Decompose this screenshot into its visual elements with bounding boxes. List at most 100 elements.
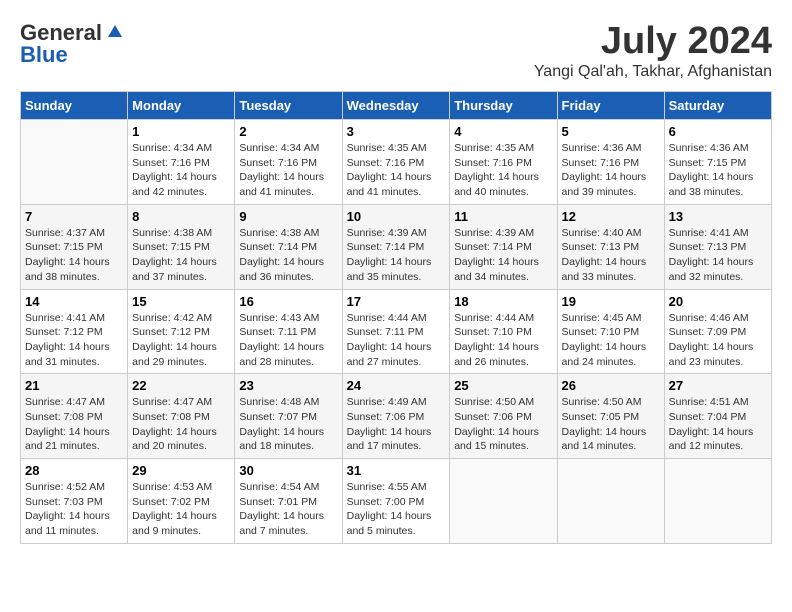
calendar-cell: [557, 459, 664, 544]
day-number: 13: [669, 209, 767, 224]
calendar-cell: 13 Sunrise: 4:41 AM Sunset: 7:13 PM Dayli…: [664, 204, 771, 289]
day-detail: Sunrise: 4:41 AM Sunset: 7:12 PM Dayligh…: [25, 311, 123, 370]
calendar-header-wednesday: Wednesday: [342, 92, 450, 120]
calendar-cell: 19 Sunrise: 4:45 AM Sunset: 7:10 PM Dayli…: [557, 289, 664, 374]
calendar-cell: 4 Sunrise: 4:35 AM Sunset: 7:16 PM Daylig…: [450, 120, 557, 205]
month-title: July 2024: [534, 20, 772, 63]
day-detail: Sunrise: 4:39 AM Sunset: 7:14 PM Dayligh…: [454, 226, 552, 285]
calendar-week-row: 1 Sunrise: 4:34 AM Sunset: 7:16 PM Daylig…: [21, 120, 772, 205]
calendar-cell: 31Sunrise: 4:55 AM Sunset: 7:00 PM Dayli…: [342, 459, 450, 544]
day-number: 12: [562, 209, 660, 224]
calendar-header-sunday: Sunday: [21, 92, 128, 120]
day-number: 21: [25, 378, 123, 393]
day-detail: Sunrise: 4:37 AM Sunset: 7:15 PM Dayligh…: [25, 226, 123, 285]
calendar-cell: 10 Sunrise: 4:39 AM Sunset: 7:14 PM Dayli…: [342, 204, 450, 289]
day-detail: Sunrise: 4:35 AM Sunset: 7:16 PM Dayligh…: [347, 141, 446, 200]
day-detail: Sunrise: 4:39 AM Sunset: 7:14 PM Dayligh…: [347, 226, 446, 285]
day-number: 19: [562, 294, 660, 309]
logo: General Blue: [20, 20, 124, 68]
day-number: 23: [239, 378, 337, 393]
day-detail: Sunrise: 4:54 AM Sunset: 7:01 PM Dayligh…: [239, 480, 337, 539]
day-detail: Sunrise: 4:50 AM Sunset: 7:06 PM Dayligh…: [454, 395, 552, 454]
day-detail: Sunrise: 4:41 AM Sunset: 7:13 PM Dayligh…: [669, 226, 767, 285]
calendar-cell: 1 Sunrise: 4:34 AM Sunset: 7:16 PM Daylig…: [128, 120, 235, 205]
logo-blue-text: Blue: [20, 42, 68, 68]
calendar-cell: 20 Sunrise: 4:46 AM Sunset: 7:09 PM Dayli…: [664, 289, 771, 374]
day-detail: Sunrise: 4:34 AM Sunset: 7:16 PM Dayligh…: [239, 141, 337, 200]
calendar-cell: 24 Sunrise: 4:49 AM Sunset: 7:06 PM Dayli…: [342, 374, 450, 459]
day-detail: Sunrise: 4:36 AM Sunset: 7:16 PM Dayligh…: [562, 141, 660, 200]
calendar-cell: [21, 120, 128, 205]
day-detail: Sunrise: 4:50 AM Sunset: 7:05 PM Dayligh…: [562, 395, 660, 454]
day-number: 17: [347, 294, 446, 309]
day-number: 3: [347, 124, 446, 139]
calendar-header-thursday: Thursday: [450, 92, 557, 120]
day-detail: Sunrise: 4:34 AM Sunset: 7:16 PM Dayligh…: [132, 141, 230, 200]
calendar-cell: 14 Sunrise: 4:41 AM Sunset: 7:12 PM Dayli…: [21, 289, 128, 374]
day-number: 30: [239, 463, 337, 478]
day-detail: Sunrise: 4:47 AM Sunset: 7:08 PM Dayligh…: [25, 395, 123, 454]
calendar-cell: 5 Sunrise: 4:36 AM Sunset: 7:16 PM Daylig…: [557, 120, 664, 205]
day-detail: Sunrise: 4:42 AM Sunset: 7:12 PM Dayligh…: [132, 311, 230, 370]
calendar-cell: 2 Sunrise: 4:34 AM Sunset: 7:16 PM Daylig…: [235, 120, 342, 205]
calendar-cell: 6Sunrise: 4:36 AM Sunset: 7:15 PM Daylig…: [664, 120, 771, 205]
calendar-cell: 9 Sunrise: 4:38 AM Sunset: 7:14 PM Daylig…: [235, 204, 342, 289]
day-detail: Sunrise: 4:48 AM Sunset: 7:07 PM Dayligh…: [239, 395, 337, 454]
calendar-cell: 29Sunrise: 4:53 AM Sunset: 7:02 PM Dayli…: [128, 459, 235, 544]
title-section: July 2024 Yangi Qal'ah, Takhar, Afghanis…: [534, 20, 772, 81]
day-number: 24: [347, 378, 446, 393]
calendar-cell: [664, 459, 771, 544]
calendar-cell: 15 Sunrise: 4:42 AM Sunset: 7:12 PM Dayli…: [128, 289, 235, 374]
day-number: 31: [347, 463, 446, 478]
day-number: 8: [132, 209, 230, 224]
day-number: 5: [562, 124, 660, 139]
calendar-cell: 30 Sunrise: 4:54 AM Sunset: 7:01 PM Dayli…: [235, 459, 342, 544]
day-number: 20: [669, 294, 767, 309]
day-detail: Sunrise: 4:43 AM Sunset: 7:11 PM Dayligh…: [239, 311, 337, 370]
calendar-header-friday: Friday: [557, 92, 664, 120]
day-number: 4: [454, 124, 552, 139]
day-number: 7: [25, 209, 123, 224]
day-number: 2: [239, 124, 337, 139]
day-detail: Sunrise: 4:49 AM Sunset: 7:06 PM Dayligh…: [347, 395, 446, 454]
calendar-cell: 12Sunrise: 4:40 AM Sunset: 7:13 PM Dayli…: [557, 204, 664, 289]
day-number: 28: [25, 463, 123, 478]
day-number: 22: [132, 378, 230, 393]
page-header: General Blue July 2024 Yangi Qal'ah, Tak…: [20, 20, 772, 81]
day-number: 14: [25, 294, 123, 309]
day-detail: Sunrise: 4:51 AM Sunset: 7:04 PM Dayligh…: [669, 395, 767, 454]
calendar-cell: 3 Sunrise: 4:35 AM Sunset: 7:16 PM Daylig…: [342, 120, 450, 205]
day-detail: Sunrise: 4:36 AM Sunset: 7:15 PM Dayligh…: [669, 141, 767, 200]
calendar-cell: 11 Sunrise: 4:39 AM Sunset: 7:14 PM Dayli…: [450, 204, 557, 289]
day-detail: Sunrise: 4:52 AM Sunset: 7:03 PM Dayligh…: [25, 480, 123, 539]
calendar-cell: 7 Sunrise: 4:37 AM Sunset: 7:15 PM Daylig…: [21, 204, 128, 289]
day-number: 15: [132, 294, 230, 309]
day-detail: Sunrise: 4:35 AM Sunset: 7:16 PM Dayligh…: [454, 141, 552, 200]
calendar-cell: 17 Sunrise: 4:44 AM Sunset: 7:11 PM Dayli…: [342, 289, 450, 374]
calendar-cell: 18Sunrise: 4:44 AM Sunset: 7:10 PM Dayli…: [450, 289, 557, 374]
calendar-header-tuesday: Tuesday: [235, 92, 342, 120]
logo-arrow-icon: [106, 23, 124, 46]
calendar-cell: [450, 459, 557, 544]
calendar-cell: 27 Sunrise: 4:51 AM Sunset: 7:04 PM Dayli…: [664, 374, 771, 459]
calendar-cell: 28 Sunrise: 4:52 AM Sunset: 7:03 PM Dayli…: [21, 459, 128, 544]
calendar-week-row: 21 Sunrise: 4:47 AM Sunset: 7:08 PM Dayli…: [21, 374, 772, 459]
day-number: 29: [132, 463, 230, 478]
day-detail: Sunrise: 4:38 AM Sunset: 7:15 PM Dayligh…: [132, 226, 230, 285]
calendar-header-row: SundayMondayTuesdayWednesdayThursdayFrid…: [21, 92, 772, 120]
calendar-week-row: 7 Sunrise: 4:37 AM Sunset: 7:15 PM Daylig…: [21, 204, 772, 289]
day-detail: Sunrise: 4:47 AM Sunset: 7:08 PM Dayligh…: [132, 395, 230, 454]
location-text: Yangi Qal'ah, Takhar, Afghanistan: [534, 63, 772, 81]
day-detail: Sunrise: 4:45 AM Sunset: 7:10 PM Dayligh…: [562, 311, 660, 370]
day-number: 27: [669, 378, 767, 393]
day-number: 25: [454, 378, 552, 393]
day-detail: Sunrise: 4:38 AM Sunset: 7:14 PM Dayligh…: [239, 226, 337, 285]
day-number: 9: [239, 209, 337, 224]
day-detail: Sunrise: 4:44 AM Sunset: 7:11 PM Dayligh…: [347, 311, 446, 370]
day-number: 10: [347, 209, 446, 224]
day-number: 18: [454, 294, 552, 309]
day-number: 11: [454, 209, 552, 224]
day-detail: Sunrise: 4:46 AM Sunset: 7:09 PM Dayligh…: [669, 311, 767, 370]
day-number: 1: [132, 124, 230, 139]
calendar-cell: 22 Sunrise: 4:47 AM Sunset: 7:08 PM Dayli…: [128, 374, 235, 459]
